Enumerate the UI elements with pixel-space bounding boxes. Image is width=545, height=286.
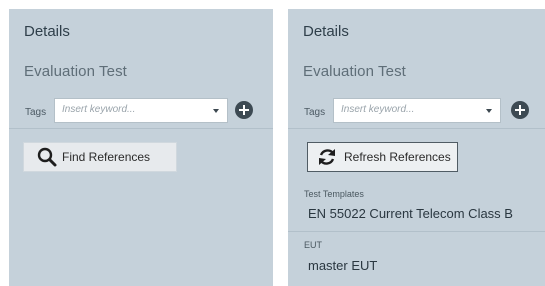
refresh-references-label: Refresh References: [344, 150, 451, 164]
test-templates-label: Test Templates: [304, 189, 364, 199]
find-references-button[interactable]: Find References: [23, 142, 177, 172]
tags-input[interactable]: Insert keyword...: [54, 98, 228, 123]
test-name: Evaluation Test: [303, 63, 406, 80]
add-tag-button[interactable]: [235, 101, 253, 119]
magnifier-icon: [37, 147, 57, 167]
refresh-references-button[interactable]: Refresh References: [307, 142, 458, 172]
tags-input[interactable]: Insert keyword...: [333, 98, 501, 123]
test-name: Evaluation Test: [24, 63, 127, 80]
find-references-label: Find References: [62, 150, 151, 164]
tags-placeholder: Insert keyword...: [341, 104, 415, 115]
details-panel-right: Details Evaluation Test Tags Insert keyw…: [288, 9, 545, 286]
eut-value: master EUT: [308, 258, 378, 273]
tags-label: Tags: [304, 107, 326, 118]
tags-label: Tags: [25, 107, 47, 118]
chevron-down-icon[interactable]: [213, 109, 219, 113]
divider: [288, 128, 545, 129]
tags-placeholder: Insert keyword...: [62, 104, 136, 115]
details-panel-left: Details Evaluation Test Tags Insert keyw…: [9, 9, 273, 286]
panel-title: Details: [24, 23, 70, 40]
test-templates-value: EN 55022 Current Telecom Class B: [308, 206, 513, 221]
divider: [9, 128, 273, 129]
refresh-icon: [319, 149, 335, 165]
eut-label: EUT: [304, 240, 322, 250]
chevron-down-icon[interactable]: [486, 109, 492, 113]
divider: [288, 231, 545, 232]
panel-title: Details: [303, 23, 349, 40]
add-tag-button[interactable]: [511, 101, 529, 119]
